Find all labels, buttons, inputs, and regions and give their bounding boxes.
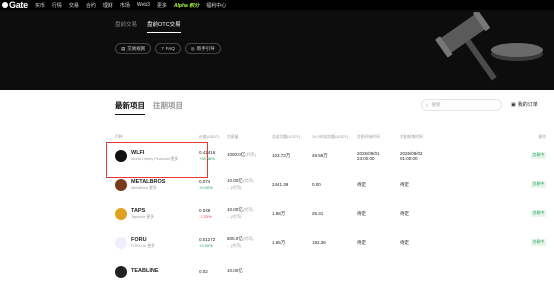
table-row[interactable]: FORU FORU AI 更多 0.01272 +0.00% 500.0亿(代币) -- … — [115, 228, 554, 257]
action-cell: 交易中 — [490, 181, 554, 188]
24h-turnover-cell: 0.00 — [312, 182, 321, 187]
col-token[interactable]: 币种 — [115, 135, 199, 140]
alpha-points-link[interactable]: Alpha 积分 — [174, 2, 199, 9]
help-icon: ? — [161, 46, 164, 51]
col-delivery-start: 交割开始时间 — [357, 134, 380, 139]
col-24h-turnover[interactable]: 24小时成交额(USDT) — [312, 135, 357, 140]
token-cell: TEABLINE — [115, 265, 199, 278]
token-name: FORU AI 更多 — [131, 243, 155, 248]
volume-cell: 500.0亿(代币) -- (代币) — [227, 236, 254, 248]
nav-market[interactable]: 市场 — [120, 2, 130, 9]
hero-buttons: ▤ 交易规则 ? FAQ ◎ 新手引导 — [115, 43, 221, 54]
my-orders-link[interactable]: ▣ 我的订单 — [511, 101, 538, 109]
token-logo-icon — [115, 207, 127, 220]
hero-banner: 盘前交易 盘前OTC交易 ▤ 交易规则 ? FAQ ◎ 新手引导 — [0, 10, 554, 90]
nav-trade[interactable]: 交易 — [69, 2, 79, 9]
tab-past-projects[interactable]: 往期项目 — [153, 100, 183, 111]
token-name: Tapzone 更多 — [131, 214, 155, 219]
token-logo-icon — [115, 178, 127, 191]
volume-cell: 1000.0亿(代币) — [227, 152, 256, 157]
token-cell: TAPS Tapzone 更多 — [115, 207, 199, 220]
delivery-start-cell: 2025/09/01 23:00:00 — [357, 150, 380, 161]
price-change: +0.00% — [199, 185, 213, 190]
col-price[interactable]: 价格(USDT) — [199, 135, 227, 140]
project-tabs: 最新项目 往期项目 — [115, 100, 183, 115]
col-action: 操作 — [538, 134, 546, 139]
guide-icon: ◎ — [190, 45, 195, 51]
highlight-box — [106, 142, 208, 178]
action-cell: 交易中 — [490, 152, 554, 159]
gavel-illustration — [435, 12, 543, 81]
nav-buy-crypto[interactable]: 买币 — [35, 2, 45, 9]
faq-button[interactable]: ? FAQ — [155, 43, 181, 54]
tab-premarket[interactable]: 盘前交易 — [115, 20, 137, 28]
trading-status-button[interactable]: 交易中 — [530, 210, 546, 217]
delivery-end-cell: 待定 — [400, 181, 409, 187]
col-total-turnover[interactable]: 总成交额(USDT) — [272, 135, 312, 140]
welfare-center-link[interactable]: 福利中心 — [206, 2, 226, 9]
tab-latest-projects[interactable]: 最新项目 — [115, 100, 145, 115]
24h-turnover-cell: 192.36 — [312, 240, 326, 245]
delivery-start-cell: 待定 — [357, 210, 366, 216]
delivery-end-cell: 待定 — [400, 210, 409, 216]
total-turnover-cell: 103.73万 — [272, 152, 291, 158]
24h-turnover-cell: 25.31 — [312, 211, 324, 216]
delivery-start-cell: 待定 — [357, 181, 366, 187]
more-link[interactable]: 更多 — [147, 244, 155, 248]
document-icon: ▤ — [121, 45, 126, 51]
guide-button[interactable]: ◎ 新手引导 — [184, 43, 221, 54]
token-logo-icon — [115, 236, 127, 249]
price-change: +0.00% — [199, 243, 213, 248]
token-symbol: TEABLINE — [131, 268, 159, 274]
table-header: 币种 价格(USDT) 交易量 总成交额(USDT) 24小时成交额(USDT)… — [115, 133, 554, 141]
price-cell: 0.02 — [199, 268, 208, 274]
trading-status-button[interactable]: 交易中 — [530, 152, 546, 159]
token-cell: FORU FORU AI 更多 — [115, 236, 199, 249]
action-cell: 交易中 — [490, 239, 554, 246]
total-turnover-cell: 1.98万 — [272, 210, 286, 216]
token-symbol: TAPS — [131, 207, 146, 214]
token-logo-icon — [115, 265, 127, 278]
top-nav-bar: Gate 买币 行情 交易 合约 理财 市场 Web3 更多 Alpha 积分 … — [0, 0, 554, 10]
token-symbol: METALBROS — [131, 178, 166, 185]
nav-web3[interactable]: Web3 — [137, 2, 150, 8]
token-name: MetalBros 更多 — [131, 185, 157, 190]
volume-cell: 10.00亿(代币) -- (代币) — [227, 178, 254, 190]
more-link[interactable]: 更多 — [146, 215, 154, 219]
nav-futures[interactable]: 合约 — [86, 2, 96, 9]
token-symbol: FORU — [131, 236, 147, 243]
table-row[interactable]: TAPS Tapzone 更多 0.049 -7.23% 10.00亿(代币) -- (代… — [115, 199, 554, 228]
hero-tabs: 盘前交易 盘前OTC交易 — [115, 20, 181, 33]
price-cell: 0.049 -7.23% — [199, 208, 227, 219]
search-icon: ⌕ — [426, 102, 429, 108]
token-cell: METALBROS MetalBros 更多 — [115, 178, 199, 191]
table-row[interactable]: TEABLINE 0.02 10.00亿 — [115, 257, 554, 286]
delivery-end-cell: 待定 — [400, 239, 409, 245]
col-volume: 交易量 — [227, 134, 239, 139]
nav-earn[interactable]: 理财 — [103, 2, 113, 9]
col-delivery-end: 交割结束时间 — [400, 134, 423, 139]
trading-rules-button[interactable]: ▤ 交易规则 — [115, 43, 152, 54]
volume-cell: 10.00亿(代币) -- (代币) — [227, 207, 254, 219]
24h-turnover-cell: 49.58万 — [312, 152, 328, 158]
delivery-start-cell: 待定 — [357, 239, 366, 245]
trading-status-button[interactable]: 交易中 — [530, 239, 546, 246]
gate-logo[interactable]: Gate — [2, 0, 28, 10]
price-cell: 0.074 +0.00% — [199, 179, 227, 190]
orders-icon: ▣ — [511, 101, 516, 108]
total-turnover-cell: 2441.39 — [272, 182, 289, 187]
more-link[interactable]: 更多 — [149, 186, 157, 190]
price-cell: 0.01272 +0.00% — [199, 237, 227, 248]
search-input[interactable]: ⌕ 搜索 — [421, 99, 502, 111]
action-cell: 交易中 — [490, 210, 554, 217]
price-change: -7.23% — [199, 214, 212, 219]
total-turnover-cell: 1.65万 — [272, 239, 286, 245]
nav-more[interactable]: 更多 — [157, 2, 167, 9]
volume-cell: 10.00亿 — [227, 268, 243, 273]
delivery-end-cell: 2025/09/02 01:00:00 — [400, 150, 423, 161]
nav-markets[interactable]: 行情 — [52, 2, 62, 9]
tab-premarket-otc[interactable]: 盘前OTC交易 — [147, 20, 181, 33]
trading-status-button[interactable]: 交易中 — [530, 181, 546, 188]
